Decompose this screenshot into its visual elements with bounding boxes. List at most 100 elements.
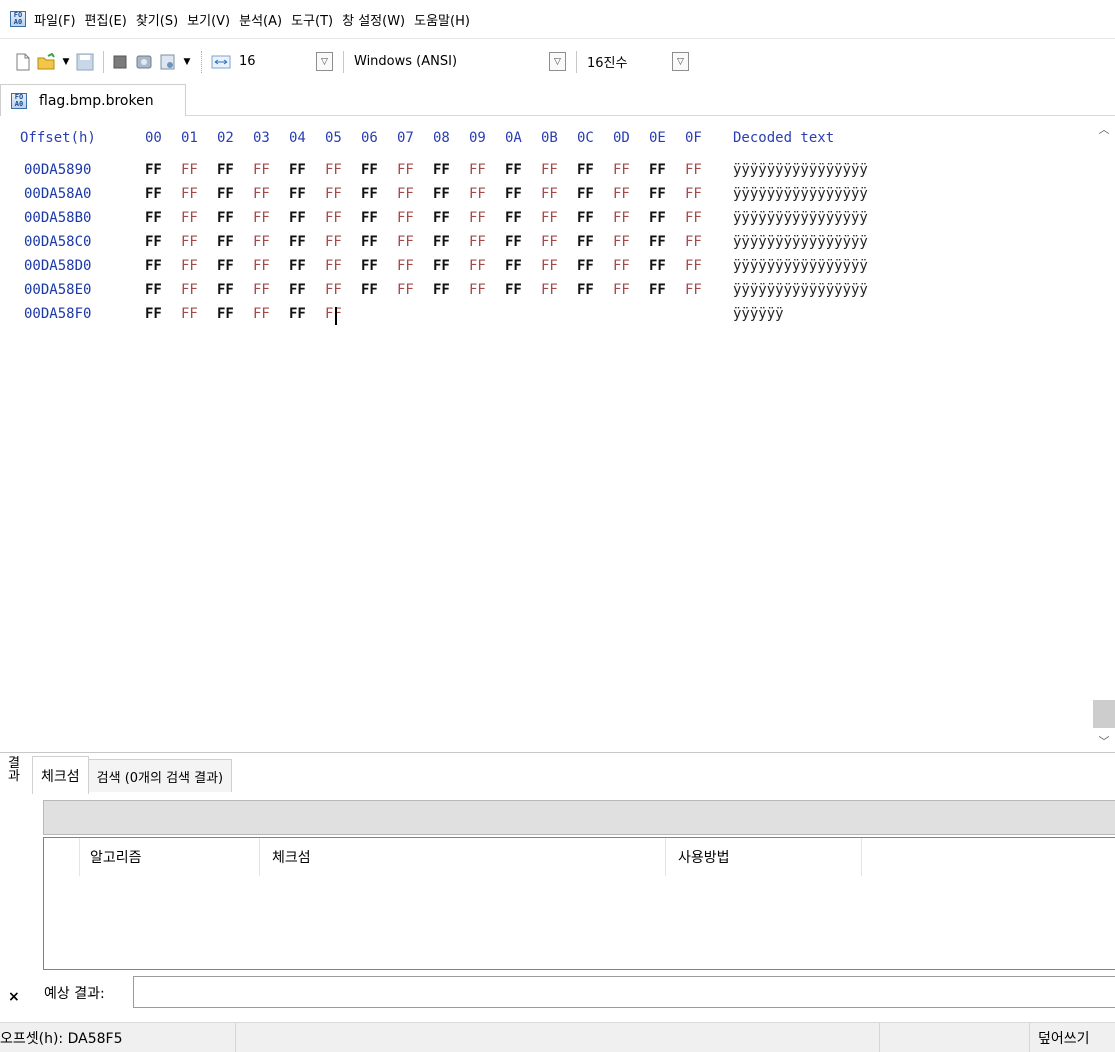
hex-byte[interactable]: FF — [361, 210, 378, 226]
menu-search[interactable]: 찾기(S) — [136, 10, 178, 29]
hex-byte[interactable]: FF — [253, 162, 270, 178]
hex-byte[interactable]: FF — [613, 210, 630, 226]
hex-byte[interactable]: FF — [613, 162, 630, 178]
encoding-select[interactable]: Windows (ANSI) ▽ — [349, 50, 567, 73]
hex-byte[interactable]: FF — [361, 282, 378, 298]
scrollbar-thumb[interactable] — [1093, 700, 1115, 728]
hex-byte[interactable]: FF — [217, 258, 234, 274]
scroll-down-icon[interactable]: ﹀ — [1093, 730, 1115, 752]
hex-byte[interactable]: FF — [361, 234, 378, 250]
chevron-down-icon[interactable]: ▽ — [316, 52, 333, 71]
vertical-scrollbar[interactable]: ︿ ﹀ — [1093, 116, 1115, 752]
hex-byte[interactable]: FF — [505, 210, 522, 226]
hex-byte[interactable]: FF — [505, 258, 522, 274]
hex-byte[interactable]: FF — [217, 186, 234, 202]
hex-byte[interactable]: FF — [469, 186, 486, 202]
hex-byte[interactable]: FF — [469, 162, 486, 178]
hex-byte[interactable]: FF — [397, 282, 414, 298]
hex-byte[interactable]: FF — [505, 282, 522, 298]
hex-byte[interactable]: FF — [397, 162, 414, 178]
hex-byte[interactable]: FF — [181, 282, 198, 298]
decoded-text[interactable]: ÿÿÿÿÿÿÿÿÿÿÿÿÿÿÿÿ — [733, 210, 868, 226]
chevron-down-icon[interactable]: ▽ — [549, 52, 566, 71]
hex-byte[interactable]: FF — [217, 234, 234, 250]
hex-byte[interactable]: FF — [145, 306, 162, 322]
hex-byte[interactable]: FF — [145, 210, 162, 226]
hex-byte[interactable]: FF — [469, 258, 486, 274]
hex-byte[interactable]: FF — [433, 234, 450, 250]
hex-byte[interactable]: FF — [397, 210, 414, 226]
decoded-text[interactable]: ÿÿÿÿÿÿÿÿÿÿÿÿÿÿÿÿ — [733, 258, 868, 274]
hex-byte[interactable]: FF — [577, 162, 594, 178]
checksum-list[interactable]: 알고리즘 체크섬 사용방법 — [43, 837, 1115, 970]
hex-byte[interactable]: FF — [217, 306, 234, 322]
hex-byte[interactable]: FF — [253, 186, 270, 202]
hex-byte[interactable]: FF — [433, 210, 450, 226]
new-file-button[interactable] — [12, 51, 34, 73]
hex-byte[interactable]: FF — [325, 210, 342, 226]
hex-byte[interactable]: FF — [253, 306, 270, 322]
hex-byte[interactable]: FF — [289, 306, 306, 322]
hex-byte[interactable]: FF — [289, 186, 306, 202]
hex-byte[interactable]: FF — [577, 258, 594, 274]
hex-byte[interactable]: FF — [325, 234, 342, 250]
hex-byte[interactable]: FF — [181, 162, 198, 178]
ram-editor-button[interactable] — [133, 51, 155, 73]
hex-byte[interactable]: FF — [145, 282, 162, 298]
status-overwrite-mode[interactable]: 덮어쓰기 — [1030, 1023, 1115, 1052]
hex-byte[interactable]: FF — [181, 210, 198, 226]
hex-byte[interactable]: FF — [325, 258, 342, 274]
menu-tools[interactable]: 도구(T) — [291, 10, 333, 29]
hex-byte[interactable]: FF — [649, 162, 666, 178]
hex-byte[interactable]: FF — [541, 210, 558, 226]
hex-byte[interactable]: FF — [649, 282, 666, 298]
decoded-text[interactable]: ÿÿÿÿÿÿÿÿÿÿÿÿÿÿÿÿ — [733, 162, 868, 178]
disk-editor-button[interactable] — [109, 51, 131, 73]
open-file-button[interactable] — [36, 51, 58, 73]
hex-byte[interactable]: FF — [181, 306, 198, 322]
hex-byte[interactable]: FF — [325, 162, 342, 178]
menu-window[interactable]: 창 설정(W) — [342, 10, 405, 29]
hex-byte[interactable]: FF — [181, 234, 198, 250]
hex-byte[interactable]: FF — [145, 234, 162, 250]
scroll-up-icon[interactable]: ︿ — [1093, 118, 1115, 140]
tools-dropdown-button[interactable]: ▼ — [181, 51, 193, 73]
hex-byte[interactable]: FF — [325, 306, 342, 322]
close-icon[interactable]: × — [8, 989, 20, 1005]
menu-edit[interactable]: 편집(E) — [85, 10, 127, 29]
menu-help[interactable]: 도움말(H) — [414, 10, 470, 29]
hex-byte[interactable]: FF — [649, 210, 666, 226]
decoded-text[interactable]: ÿÿÿÿÿÿÿÿÿÿÿÿÿÿÿÿ — [733, 282, 868, 298]
hex-byte[interactable]: FF — [433, 162, 450, 178]
hex-byte[interactable]: FF — [541, 282, 558, 298]
hex-byte[interactable]: FF — [217, 282, 234, 298]
open-dropdown-button[interactable]: ▼ — [60, 51, 72, 73]
hex-byte[interactable]: FF — [217, 210, 234, 226]
hex-byte[interactable]: FF — [253, 282, 270, 298]
hex-byte[interactable]: FF — [613, 258, 630, 274]
hex-byte[interactable]: FF — [361, 162, 378, 178]
hex-byte[interactable]: FF — [577, 282, 594, 298]
decoded-text[interactable]: ÿÿÿÿÿÿ — [733, 306, 784, 322]
hex-byte[interactable]: FF — [397, 258, 414, 274]
decoded-text[interactable]: ÿÿÿÿÿÿÿÿÿÿÿÿÿÿÿÿ — [733, 234, 868, 250]
save-button[interactable] — [74, 51, 96, 73]
hex-byte[interactable]: FF — [685, 186, 702, 202]
menu-view[interactable]: 보기(V) — [187, 10, 230, 29]
hex-byte[interactable]: FF — [541, 258, 558, 274]
hex-byte[interactable]: FF — [433, 186, 450, 202]
decoded-text[interactable]: ÿÿÿÿÿÿÿÿÿÿÿÿÿÿÿÿ — [733, 186, 868, 202]
hex-byte[interactable]: FF — [469, 234, 486, 250]
hex-byte[interactable]: FF — [217, 162, 234, 178]
hex-byte[interactable]: FF — [685, 210, 702, 226]
hex-editor-view[interactable]: Offset(h) 00 01 02 03 04 05 06 07 08 09 0A 0B 0C 0D 0E 0… — [0, 116, 1093, 752]
menu-file[interactable]: 파일(F) — [34, 10, 76, 29]
number-base-select[interactable]: 16진수 ▽ — [582, 50, 690, 73]
hex-byte[interactable]: FF — [397, 234, 414, 250]
hex-byte[interactable]: FF — [325, 186, 342, 202]
tab-checksum[interactable]: 체크섬 — [32, 756, 89, 794]
expected-result-input[interactable] — [133, 976, 1115, 1008]
tab-document[interactable]: FO A0 flag.bmp.broken — [0, 84, 186, 116]
hex-byte[interactable]: FF — [685, 234, 702, 250]
hex-byte[interactable]: FF — [469, 210, 486, 226]
